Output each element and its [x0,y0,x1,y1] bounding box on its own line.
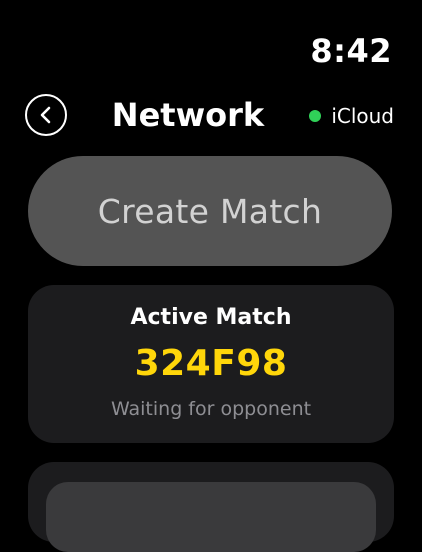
match-code: 324F98 [134,343,288,384]
sync-status: iCloud [309,104,394,128]
create-match-label: Create Match [97,191,323,231]
match-status: Waiting for opponent [110,398,312,420]
active-match-title: Active Match [130,305,292,330]
secondary-card-button[interactable] [46,482,376,552]
secondary-card [28,462,394,552]
active-match-card[interactable]: Active Match 324F98 Waiting for opponent [28,285,394,443]
sync-status-dot-icon [309,110,322,122]
status-time: 8:42 [310,32,392,70]
sync-status-label: iCloud [331,104,394,128]
nav-bar: Network iCloud [0,94,422,138]
create-match-button[interactable]: Create Match [28,156,392,266]
